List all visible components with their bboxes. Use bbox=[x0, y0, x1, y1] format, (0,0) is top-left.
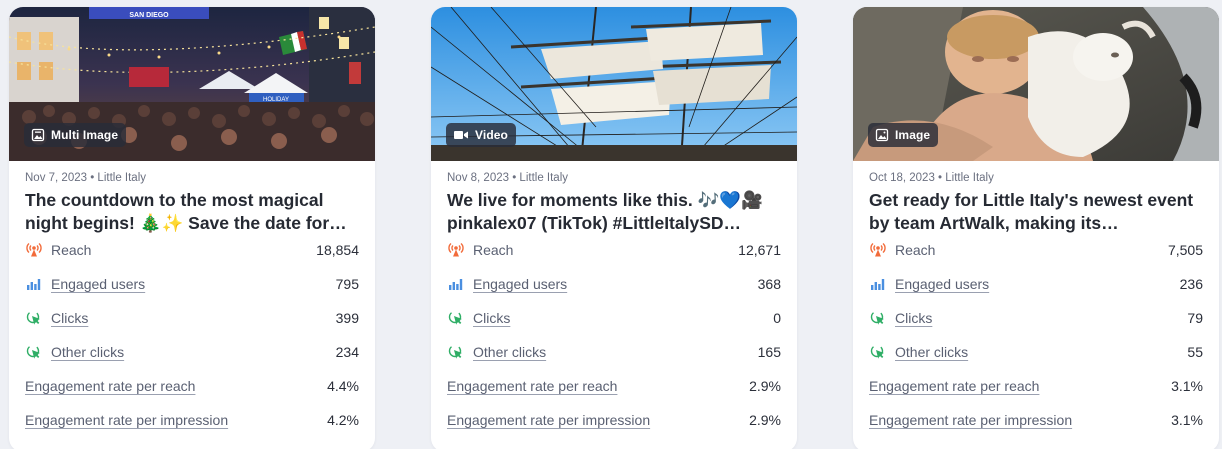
metric-clicks: Clicks 79 bbox=[869, 301, 1203, 335]
metric-other-clicks: Other clicks 55 bbox=[869, 335, 1203, 369]
cursor-click-icon bbox=[25, 309, 43, 327]
metric-value: 12,671 bbox=[738, 242, 781, 258]
post-meta: Oct 18, 2023 • Little Italy bbox=[869, 172, 994, 184]
other-clicks-link[interactable]: Other clicks bbox=[51, 344, 124, 360]
metric-value: 234 bbox=[335, 344, 359, 360]
cursor-click-icon bbox=[447, 309, 465, 327]
metric-value: 3.1% bbox=[1171, 412, 1203, 428]
media-type-label: Image bbox=[895, 128, 931, 142]
broadcast-icon bbox=[869, 241, 887, 259]
metric-value: 3.1% bbox=[1171, 378, 1203, 394]
engagement-rate-reach-link[interactable]: Engagement rate per reach bbox=[447, 378, 617, 394]
metric-value: 4.4% bbox=[327, 378, 359, 394]
metric-engaged-users: Engaged users 236 bbox=[869, 267, 1203, 301]
metric-value: 4.2% bbox=[327, 412, 359, 428]
image-sign-text: SAN DIEGO bbox=[129, 12, 169, 19]
media-type-badge: Video bbox=[446, 123, 516, 147]
other-clicks-link[interactable]: Other clicks bbox=[473, 344, 546, 360]
engaged-users-link[interactable]: Engaged users bbox=[473, 276, 567, 292]
post-card[interactable]: Image Oct 18, 2023 • Little Italy Get re… bbox=[853, 7, 1219, 449]
metric-value: 55 bbox=[1187, 344, 1203, 360]
engagement-rate-impression-link[interactable]: Engagement rate per impression bbox=[869, 412, 1072, 428]
metric-engagement-rate-reach: Engagement rate per reach 4.4% bbox=[25, 369, 359, 403]
metric-value: 236 bbox=[1179, 276, 1203, 292]
metric-reach: Reach 12,671 bbox=[447, 233, 781, 267]
media-type-label: Multi Image bbox=[51, 128, 119, 142]
bar-chart-icon bbox=[25, 275, 43, 293]
gallery-icon bbox=[31, 128, 45, 142]
metric-reach: Reach 7,505 bbox=[869, 233, 1203, 267]
metric-engagement-rate-reach: Engagement rate per reach 3.1% bbox=[869, 369, 1203, 403]
metric-value: 165 bbox=[757, 344, 781, 360]
metric-other-clicks: Other clicks 165 bbox=[447, 335, 781, 369]
metric-value: 399 bbox=[335, 310, 359, 326]
cursor-click-icon bbox=[447, 343, 465, 361]
metric-reach: Reach 18,854 bbox=[25, 233, 359, 267]
broadcast-icon bbox=[447, 241, 465, 259]
post-title: The countdown to the most magical night … bbox=[25, 190, 347, 233]
post-media[interactable]: Video bbox=[431, 7, 797, 161]
metric-clicks: Clicks 399 bbox=[25, 301, 359, 335]
other-clicks-link[interactable]: Other clicks bbox=[895, 344, 968, 360]
post-card[interactable]: Video Nov 8, 2023 • Little Italy We live… bbox=[431, 7, 797, 449]
engaged-users-link[interactable]: Engaged users bbox=[51, 276, 145, 292]
metric-engagement-rate-impression: Engagement rate per impression 3.1% bbox=[869, 403, 1203, 437]
clicks-link[interactable]: Clicks bbox=[473, 310, 510, 326]
metric-engaged-users: Engaged users 795 bbox=[25, 267, 359, 301]
media-type-badge: Image bbox=[868, 123, 939, 147]
metric-value: 2.9% bbox=[749, 378, 781, 394]
bar-chart-icon bbox=[869, 275, 887, 293]
cursor-click-icon bbox=[869, 343, 887, 361]
post-card[interactable]: SAN DIEGO HOLIDAY Multi Image Nov 7, 202… bbox=[9, 7, 375, 449]
engagement-rate-impression-link[interactable]: Engagement rate per impression bbox=[25, 412, 228, 428]
engaged-users-link[interactable]: Engaged users bbox=[895, 276, 989, 292]
bar-chart-icon bbox=[447, 275, 465, 293]
broadcast-icon bbox=[25, 241, 43, 259]
metric-value: 368 bbox=[757, 276, 781, 292]
metric-label: Reach bbox=[473, 242, 514, 258]
metric-label: Reach bbox=[51, 242, 92, 258]
clicks-link[interactable]: Clicks bbox=[51, 310, 88, 326]
metric-engaged-users: Engaged users 368 bbox=[447, 267, 781, 301]
media-type-label: Video bbox=[475, 128, 508, 142]
metric-engagement-rate-impression: Engagement rate per impression 2.9% bbox=[447, 403, 781, 437]
cursor-click-icon bbox=[25, 343, 43, 361]
post-meta: Nov 8, 2023 • Little Italy bbox=[447, 172, 569, 184]
engagement-rate-reach-link[interactable]: Engagement rate per reach bbox=[869, 378, 1039, 394]
metric-value: 795 bbox=[335, 276, 359, 292]
video-camera-icon bbox=[453, 129, 469, 141]
metric-value: 2.9% bbox=[749, 412, 781, 428]
cursor-click-icon bbox=[869, 309, 887, 327]
metric-clicks: Clicks 0 bbox=[447, 301, 781, 335]
metric-value: 79 bbox=[1187, 310, 1203, 326]
engagement-rate-reach-link[interactable]: Engagement rate per reach bbox=[25, 378, 195, 394]
metric-value: 0 bbox=[773, 310, 781, 326]
metric-value: 18,854 bbox=[316, 242, 359, 258]
metric-engagement-rate-reach: Engagement rate per reach 2.9% bbox=[447, 369, 781, 403]
image-icon bbox=[875, 128, 889, 142]
engagement-rate-impression-link[interactable]: Engagement rate per impression bbox=[447, 412, 650, 428]
metric-other-clicks: Other clicks 234 bbox=[25, 335, 359, 369]
clicks-link[interactable]: Clicks bbox=[895, 310, 932, 326]
metric-label: Reach bbox=[895, 242, 936, 258]
metric-value: 7,505 bbox=[1167, 242, 1203, 258]
post-title: Get ready for Little Italy's newest even… bbox=[869, 190, 1194, 233]
metric-engagement-rate-impression: Engagement rate per impression 4.2% bbox=[25, 403, 359, 437]
post-media[interactable]: SAN DIEGO HOLIDAY Multi Image bbox=[9, 7, 375, 161]
media-type-badge: Multi Image bbox=[24, 123, 127, 147]
post-title: We live for moments like this. 🎶💙🎥 pinka… bbox=[447, 190, 763, 233]
post-media[interactable]: Image bbox=[853, 7, 1219, 161]
post-meta: Nov 7, 2023 • Little Italy bbox=[25, 172, 147, 184]
